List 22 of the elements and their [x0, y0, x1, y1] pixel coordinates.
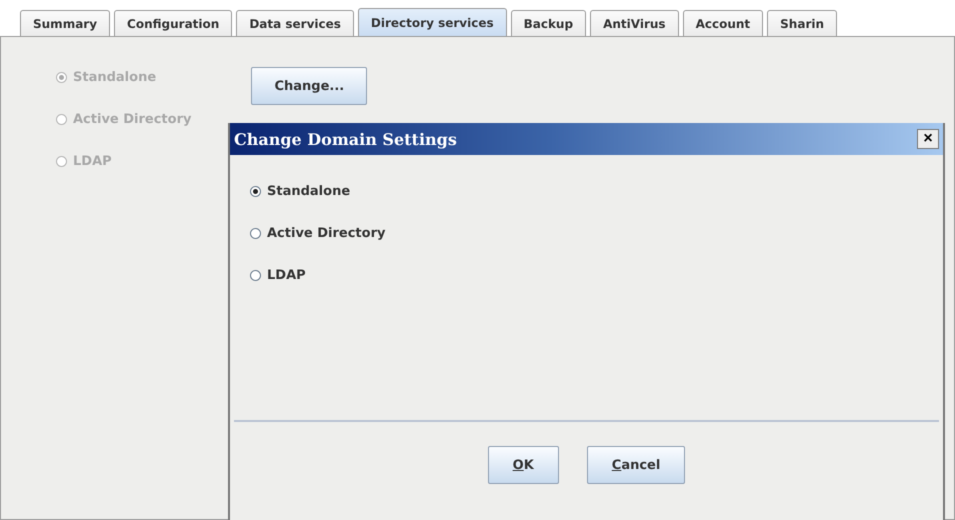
radio-label: Active Directory: [73, 112, 192, 126]
close-button[interactable]: ×: [917, 129, 939, 149]
radio-label: LDAP: [267, 268, 306, 282]
radio-label: Standalone: [267, 184, 350, 198]
radio-button[interactable]: [250, 186, 261, 196]
dialog-button[interactable]: Cancel: [586, 446, 686, 484]
radio-label: Active Directory: [267, 226, 386, 240]
radio-label: LDAP: [73, 154, 112, 168]
tab[interactable]: Account: [682, 10, 764, 36]
dialog-title: Change Domain Settings: [234, 130, 457, 148]
tab[interactable]: Summary: [20, 10, 110, 36]
radio-button[interactable]: [250, 228, 261, 238]
tab[interactable]: Backup: [510, 10, 586, 36]
tab[interactable]: Data services: [236, 10, 354, 36]
tab[interactable]: Directory services: [358, 8, 507, 36]
change-button[interactable]: Change...: [251, 67, 368, 105]
radio-button[interactable]: [250, 270, 261, 280]
radio-label: Standalone: [73, 70, 156, 84]
dialog-button[interactable]: OK: [488, 446, 559, 484]
tab[interactable]: AntiVirus: [590, 10, 679, 36]
tab[interactable]: Sharin: [767, 10, 838, 36]
tab[interactable]: Configuration: [114, 10, 232, 36]
